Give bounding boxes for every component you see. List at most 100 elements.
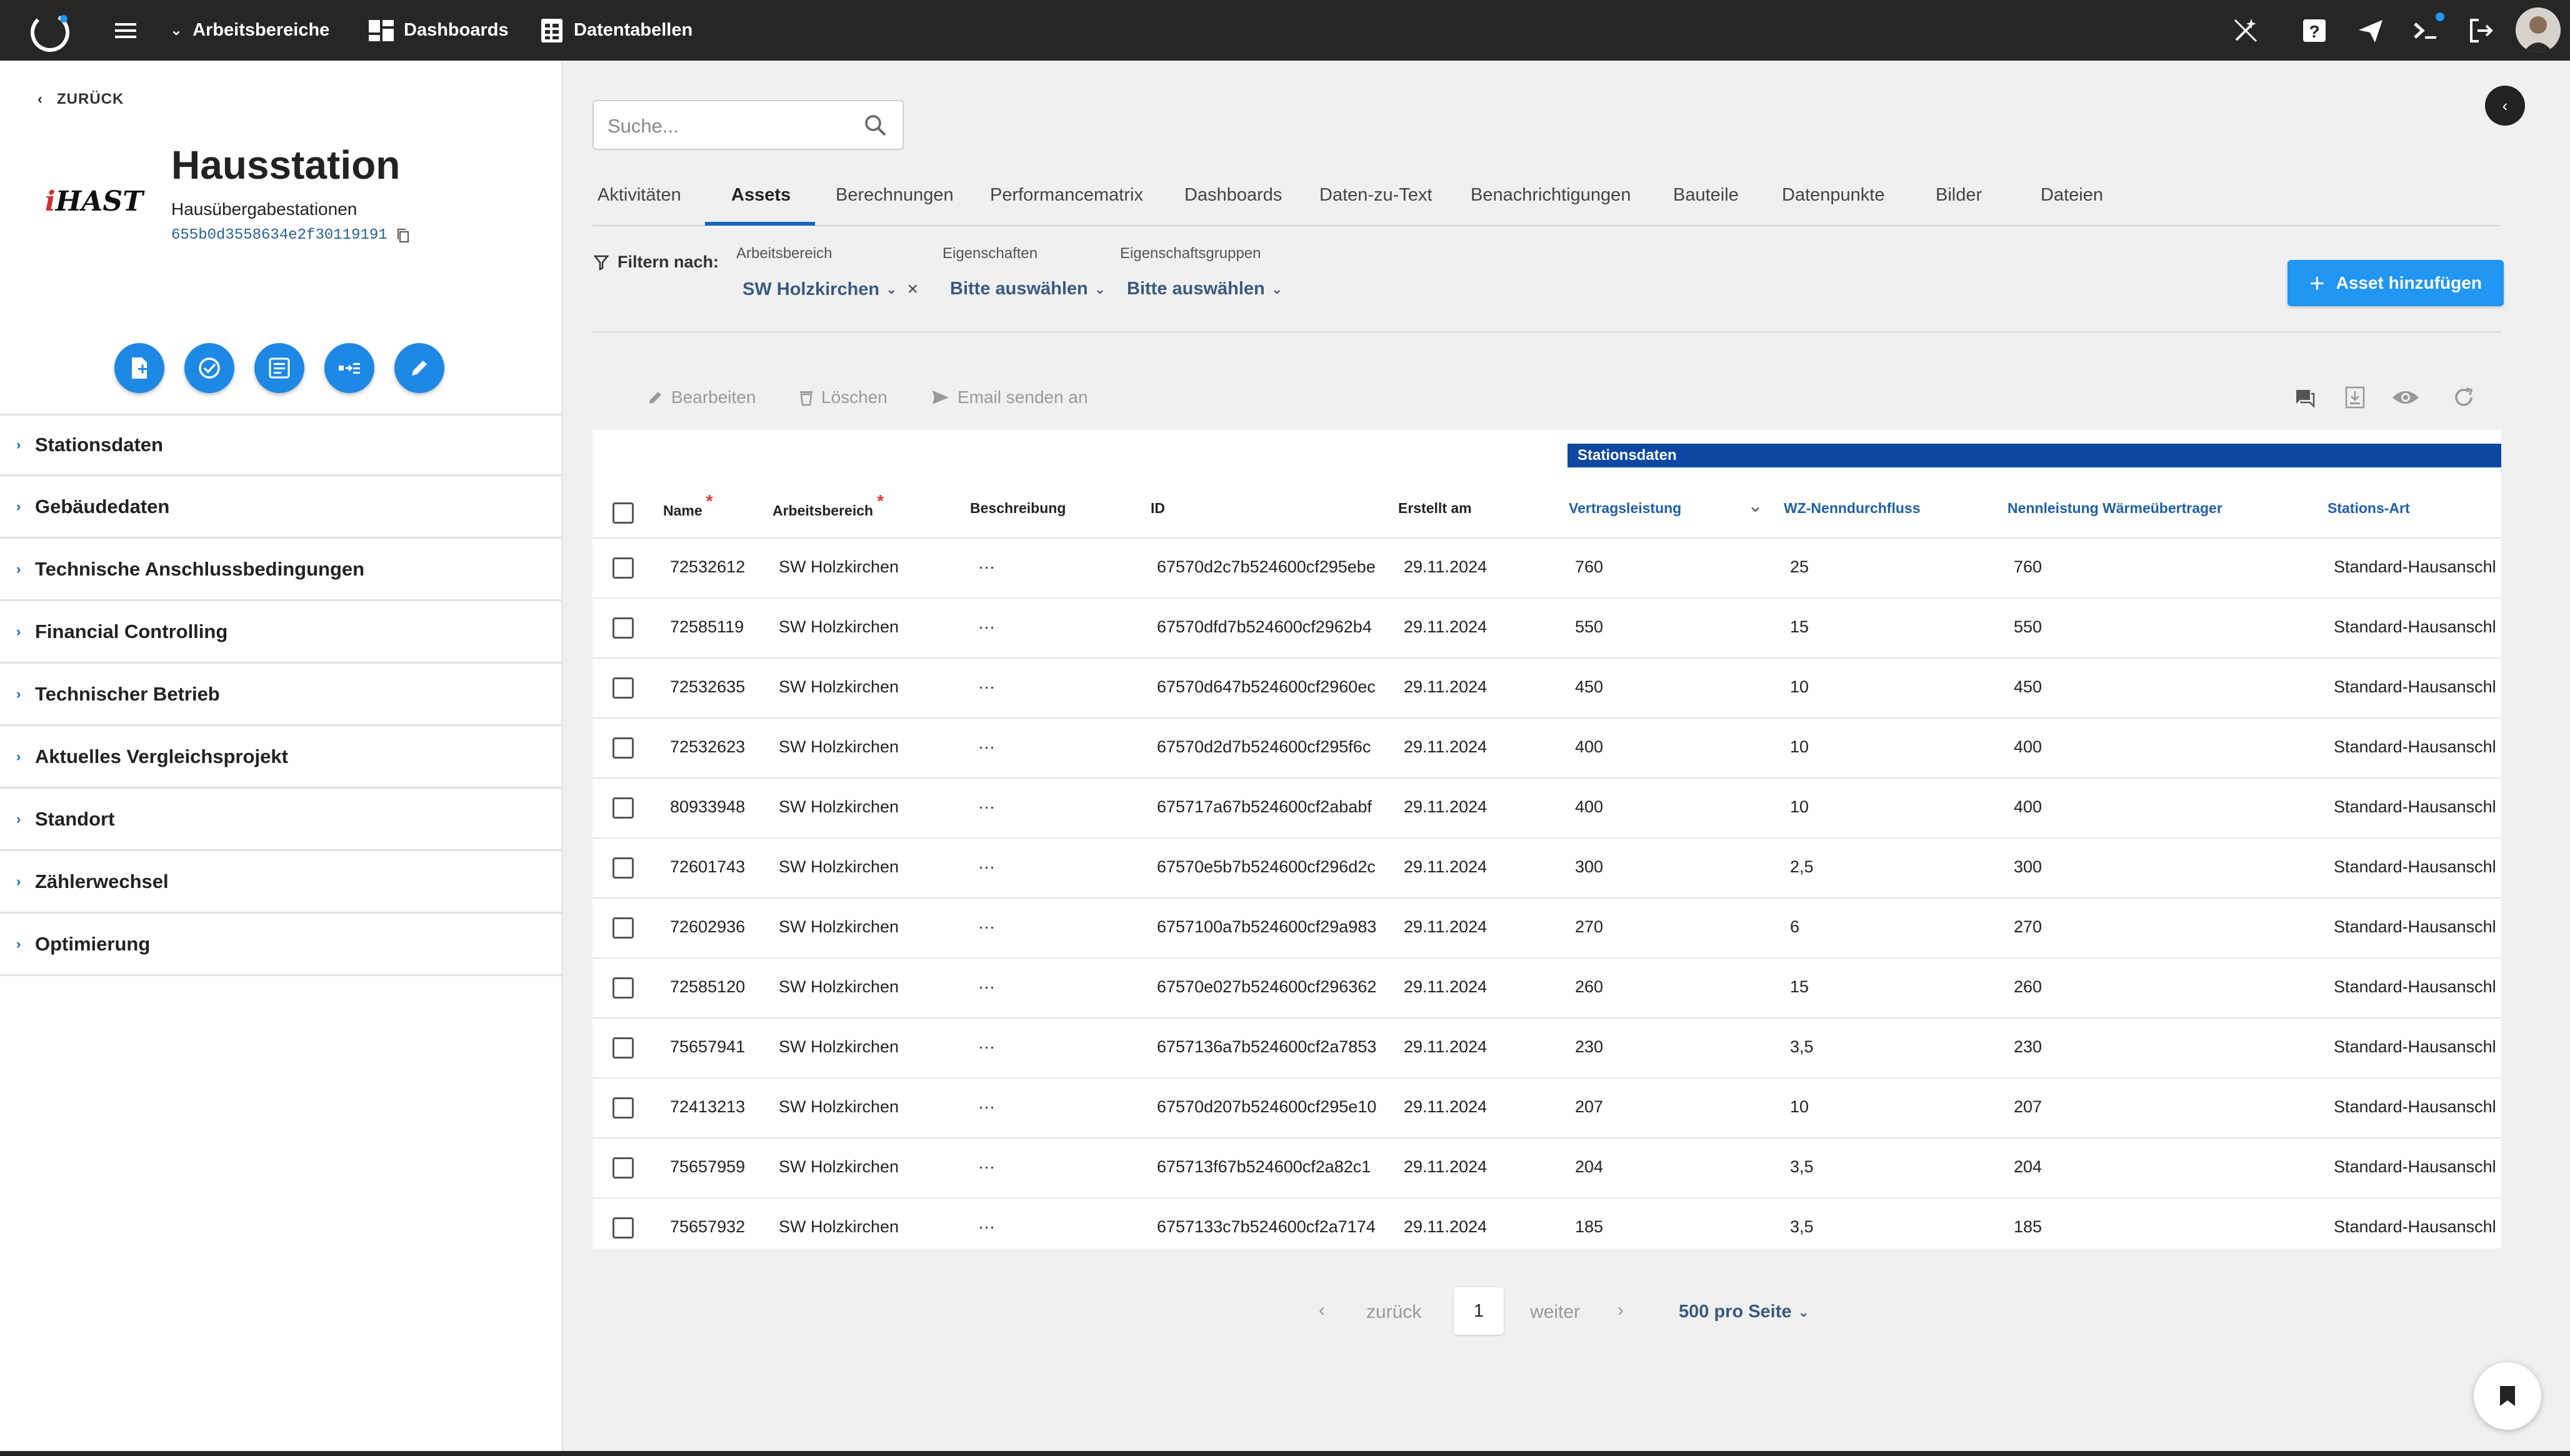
prev-page-button[interactable]: zurück xyxy=(1366,1302,1421,1323)
tab-aktivitaeten[interactable]: Aktivitäten xyxy=(598,185,681,206)
back-button[interactable]: ‹ ZURÜCK xyxy=(38,91,124,108)
row-checkbox[interactable] xyxy=(612,977,634,999)
bookmark-button[interactable] xyxy=(2474,1362,2541,1430)
list-button[interactable] xyxy=(254,343,304,393)
help-icon[interactable]: ? xyxy=(2301,17,2328,44)
accordion-optimierung[interactable]: › Optimierung xyxy=(0,914,561,976)
download-icon[interactable] xyxy=(2342,385,2368,410)
row-checkbox[interactable] xyxy=(612,1037,634,1059)
accordion-standort[interactable]: › Standort xyxy=(0,789,561,851)
table-row[interactable]: 75657932 SW Holzkirchen ··· 6757133c7b52460… xyxy=(592,1199,2501,1249)
row-checkbox[interactable] xyxy=(612,1157,634,1179)
accordion-technischer-betrieb[interactable]: › Technischer Betrieb xyxy=(0,664,561,726)
magic-wand-off-icon[interactable] xyxy=(2232,17,2259,44)
cell-description[interactable]: ··· xyxy=(978,1217,995,1237)
row-checkbox[interactable] xyxy=(612,1217,634,1239)
column-header-workspace[interactable]: Arbeitsbereich * xyxy=(772,491,884,520)
filter-properties-select[interactable]: Bitte auswählen ⌄ xyxy=(950,279,1106,299)
table-row[interactable]: 72413213 SW Holzkirchen ··· 67570d207b52460… xyxy=(592,1079,2501,1139)
tab-dateien[interactable]: Dateien xyxy=(2041,185,2103,206)
table-row[interactable]: 72602936 SW Holzkirchen ··· 6757100a7b52460… xyxy=(592,899,2501,959)
tab-berechnungen[interactable]: Berechnungen xyxy=(836,185,954,206)
column-header-contract-power[interactable]: Vertragsleistung xyxy=(1569,500,1681,517)
table-row[interactable]: 72532612 SW Holzkirchen ··· 67570d2c7b52460… xyxy=(592,539,2501,599)
app-logo-icon[interactable] xyxy=(28,9,72,54)
menu-icon[interactable] xyxy=(112,17,139,44)
row-checkbox[interactable] xyxy=(612,557,634,579)
table-row[interactable]: 72601743 SW Holzkirchen ··· 67570e5b7b52460… xyxy=(592,839,2501,899)
tab-dashboards[interactable]: Dashboards xyxy=(1184,185,1282,206)
edit-selected-button[interactable]: Bearbeiten xyxy=(648,387,756,407)
cell-description[interactable]: ··· xyxy=(978,1037,995,1057)
comments-icon[interactable] xyxy=(2292,385,2318,410)
chevron-right-icon[interactable]: › xyxy=(1618,1300,1624,1321)
cell-description[interactable]: ··· xyxy=(978,857,995,877)
data-transfer-button[interactable] xyxy=(324,343,374,393)
column-header-created[interactable]: Erstellt am xyxy=(1398,500,1472,517)
next-page-button[interactable]: weiter xyxy=(1530,1302,1580,1323)
table-row[interactable]: 72585120 SW Holzkirchen ··· 67570e027b52460… xyxy=(592,959,2501,1019)
chevron-left-icon[interactable]: ‹ xyxy=(1319,1300,1325,1321)
email-send-button[interactable]: Email senden an xyxy=(931,387,1088,407)
row-checkbox[interactable] xyxy=(612,1097,634,1119)
accordion-financial-controlling[interactable]: › Financial Controlling xyxy=(0,601,561,664)
tab-benachrichtigungen[interactable]: Benachrichtigungen xyxy=(1471,185,1631,206)
edit-button[interactable] xyxy=(394,343,444,393)
tab-bilder[interactable]: Bilder xyxy=(1936,185,1982,206)
clear-filter-icon[interactable]: × xyxy=(908,279,919,300)
accordion-aktuelles-vergleichsprojekt[interactable]: › Aktuelles Vergleichsprojekt xyxy=(0,726,561,789)
row-checkbox[interactable] xyxy=(612,857,634,879)
tab-daten-zu-text[interactable]: Daten-zu-Text xyxy=(1319,185,1432,206)
table-row[interactable]: 72532623 SW Holzkirchen ··· 67570d2d7b52460… xyxy=(592,719,2501,779)
cell-description[interactable]: ··· xyxy=(978,677,995,697)
cell-description[interactable]: ··· xyxy=(978,617,995,637)
task-check-button[interactable] xyxy=(184,343,234,393)
add-asset-button[interactable]: + Asset hinzufügen xyxy=(2288,260,2504,306)
table-row[interactable]: 75657959 SW Holzkirchen ··· 675713f67b52460… xyxy=(592,1139,2501,1199)
search-icon[interactable] xyxy=(862,112,889,139)
table-row[interactable]: 80933948 SW Holzkirchen ··· 675717a67b52460… xyxy=(592,779,2501,839)
table-row[interactable]: 75657941 SW Holzkirchen ··· 6757136a7b52460… xyxy=(592,1019,2501,1079)
cell-description[interactable]: ··· xyxy=(978,557,995,577)
avatar[interactable] xyxy=(2516,7,2561,52)
logout-icon[interactable] xyxy=(2468,17,2494,44)
row-checkbox[interactable] xyxy=(612,797,634,819)
tab-datenpunkte[interactable]: Datenpunkte xyxy=(1782,185,1884,206)
column-header-name[interactable]: Name * xyxy=(663,491,713,520)
select-all-checkbox[interactable] xyxy=(612,502,634,524)
delete-selected-button[interactable]: Löschen xyxy=(799,387,888,407)
tab-assets[interactable]: Assets xyxy=(731,185,791,206)
cell-description[interactable]: ··· xyxy=(978,917,995,937)
row-checkbox[interactable] xyxy=(612,677,634,699)
column-header-station-type[interactable]: Stations-Art xyxy=(2328,500,2410,517)
copy-icon[interactable] xyxy=(396,228,410,243)
collapse-panel-button[interactable]: ‹ xyxy=(2485,86,2525,126)
sort-desc-icon[interactable]: ⌄ xyxy=(1748,495,1763,517)
current-page[interactable]: 1 xyxy=(1454,1287,1504,1335)
cell-description[interactable]: ··· xyxy=(978,977,995,997)
workspaces-menu[interactable]: ⌄ Arbeitsbereiche xyxy=(170,0,329,61)
cell-description[interactable]: ··· xyxy=(978,797,995,817)
accordion-zaehlerwechsel[interactable]: › Zählerwechsel xyxy=(0,851,561,914)
row-checkbox[interactable] xyxy=(612,617,634,639)
send-icon[interactable] xyxy=(2358,17,2384,44)
dashboards-menu[interactable]: Dashboards xyxy=(369,0,509,61)
cell-description[interactable]: ··· xyxy=(978,737,995,757)
cell-description[interactable]: ··· xyxy=(978,1097,995,1117)
filter-workspace-select[interactable]: SW Holzkirchen ⌄ × xyxy=(742,279,918,300)
refresh-icon[interactable] xyxy=(2451,385,2476,410)
tab-performancematrix[interactable]: Performancematrix xyxy=(990,185,1143,206)
datatables-menu[interactable]: Datentabellen xyxy=(541,0,692,61)
add-document-button[interactable] xyxy=(114,343,164,393)
accordion-gebaeudedaten[interactable]: › Gebäudedaten xyxy=(0,476,561,539)
table-row[interactable]: 72532635 SW Holzkirchen ··· 67570d647b52460… xyxy=(592,659,2501,719)
accordion-stationsdaten[interactable]: › Stationsdaten xyxy=(0,414,561,476)
visibility-icon[interactable] xyxy=(2391,385,2420,410)
cell-description[interactable]: ··· xyxy=(978,1157,995,1177)
filter-property-groups-select[interactable]: Bitte auswählen ⌄ xyxy=(1127,279,1282,299)
column-header-hx-power[interactable]: Nennleistung Wärmeübertrager xyxy=(2008,500,2222,517)
table-row[interactable]: 72585119 SW Holzkirchen ··· 67570dfd7b52460… xyxy=(592,599,2501,659)
tab-bauteile[interactable]: Bauteile xyxy=(1673,185,1739,206)
column-header-id[interactable]: ID xyxy=(1151,500,1165,517)
accordion-technische-anschlussbedingungen[interactable]: › Technische Anschlussbedingungen xyxy=(0,539,561,601)
